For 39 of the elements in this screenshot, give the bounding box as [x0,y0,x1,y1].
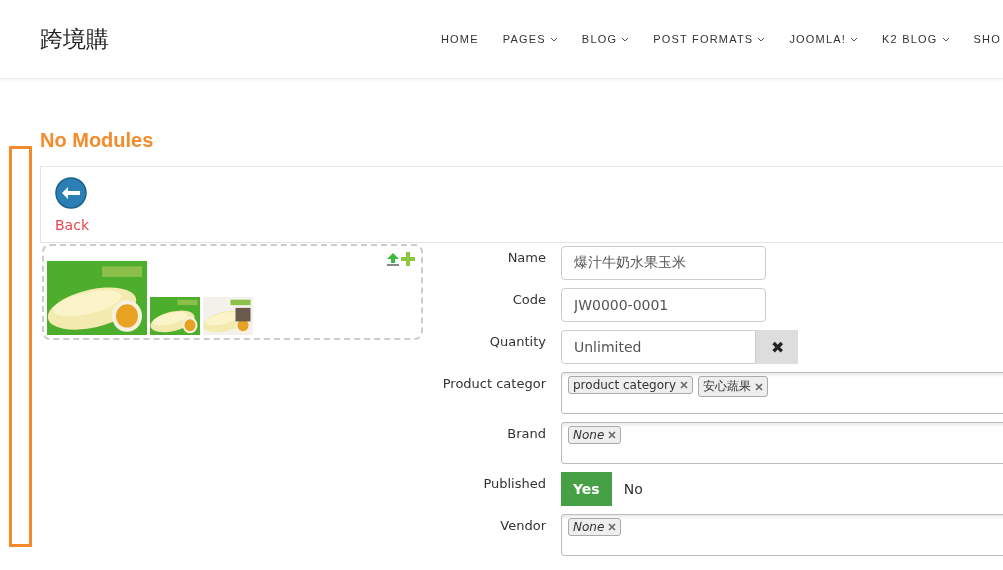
tag-label: None [573,520,605,534]
caret-icon [850,36,859,42]
field-label: Name [506,249,546,267]
remove-icon[interactable] [755,382,763,391]
remove-icon[interactable] [608,523,617,531]
caret-icon [621,36,630,42]
caret-icon [549,36,558,42]
site-title[interactable]: 跨境購 [40,23,109,55]
remove-icon[interactable] [608,431,617,439]
back-button[interactable]: Back [55,176,89,233]
nav-link[interactable]: JOOMLA! [777,33,871,45]
text-field[interactable]: JW0000-0001 [561,288,766,322]
nav-link[interactable]: K2 BLOG [870,33,962,45]
caret-icon [757,36,766,42]
image-dropzone[interactable] [42,244,423,340]
caret-icon [941,36,950,42]
nav-link[interactable]: PAGES [490,33,570,45]
remove-icon[interactable] [680,381,688,389]
select-field[interactable]: None [561,422,1003,464]
field-label: Code [511,291,546,309]
page-heading: No Modules [40,129,155,152]
nav-link[interactable]: POST FORMATS [641,33,778,45]
field-label: Brand [506,425,546,443]
tag-select-field[interactable]: product category 安心蔬果 [561,372,1003,414]
upload-icon[interactable] [386,252,400,266]
text-field[interactable]: 爆汁牛奶水果玉米 [561,246,766,280]
field-label: Vendor [499,517,546,535]
tag-label: None [573,428,605,442]
field-label: Quantity [488,333,546,351]
nav-link[interactable]: HOME [428,33,491,45]
field-label: Product categor [441,375,546,393]
select-field[interactable]: None [561,514,1003,556]
nav-link[interactable]: BLOG [569,33,642,45]
nav-link[interactable]: SHO [961,33,1003,45]
tag-label: 安心蔬果 [703,378,751,395]
field-label: Published [482,475,546,493]
quantity-field[interactable]: Unlimited [561,330,756,364]
tag-label: product category [573,378,676,392]
clear-button[interactable]: ✖ [756,330,798,364]
